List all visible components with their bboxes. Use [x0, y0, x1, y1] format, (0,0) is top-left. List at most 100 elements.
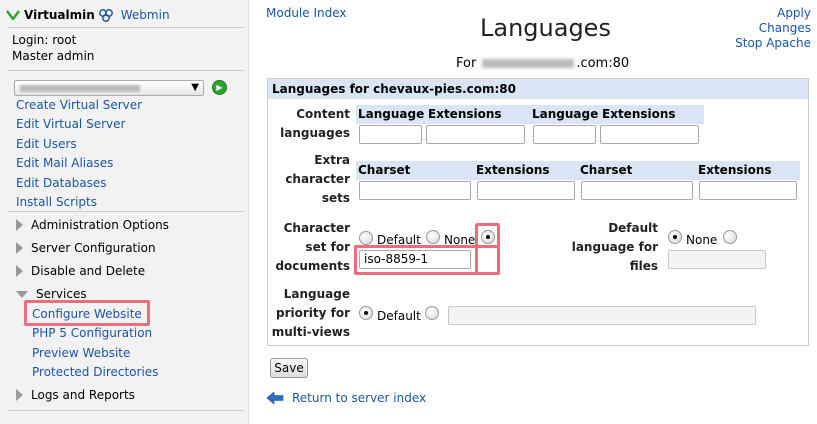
category-label: Disable and Delete [31, 264, 146, 278]
nav-preview-website[interactable]: Preview Website [32, 345, 130, 361]
webmin-logo-icon [98, 9, 113, 22]
apply-changes-link[interactable]: Apply Changes [735, 6, 811, 36]
stop-apache-link[interactable]: Stop Apache [735, 36, 811, 51]
virtualmin-logo-icon [6, 10, 20, 20]
priority-input[interactable] [448, 306, 756, 325]
category-logs-and-reports[interactable]: Logs and Reports [16, 387, 135, 403]
content-extensions-input-2[interactable] [600, 125, 699, 144]
go-button[interactable]: ▶ [212, 80, 227, 95]
category-label: Server Configuration [31, 241, 156, 255]
login-text: Login: root [12, 33, 77, 47]
col-extensions-3: Extensions [474, 161, 578, 180]
nav-edit-databases[interactable]: Edit Databases [16, 175, 107, 191]
domain-select[interactable]: ▼ [14, 80, 204, 96]
module-index-link[interactable]: Module Index [266, 6, 346, 20]
divider [8, 27, 244, 28]
label-line: set for [305, 240, 350, 254]
nav-php5-configuration[interactable]: PHP 5 Configuration [32, 325, 152, 341]
panel-title: Languages for chevaux-pies.com:80 [268, 79, 808, 99]
col-extensions-1: Extensions [426, 105, 530, 124]
role-text: Master admin [12, 49, 95, 63]
label-line: Extra [314, 153, 350, 167]
category-services[interactable]: Services [16, 286, 87, 302]
divider [8, 70, 244, 71]
content-languages-label: Content languages [268, 105, 350, 143]
charset-none-radio[interactable] [426, 230, 440, 244]
label-line: Default [608, 221, 658, 235]
charset-custom-radio[interactable] [481, 230, 495, 244]
label-line: multi-views [271, 325, 350, 339]
apply-changes-line-1: Apply [777, 6, 811, 20]
priority-custom-radio[interactable] [425, 306, 439, 320]
extra-extensions-input-2[interactable] [699, 181, 797, 200]
webmin-link[interactable]: Webmin [121, 8, 170, 22]
content-language-input-1[interactable] [359, 125, 422, 144]
label-line: files [629, 259, 658, 273]
for-prefix: For [456, 56, 477, 71]
category-administration-options[interactable]: Administration Options [16, 217, 169, 233]
login-info: Login: root Master admin [12, 32, 94, 64]
expand-arrow-icon [16, 265, 23, 277]
charset-default-label: Default [377, 233, 421, 247]
save-button[interactable]: Save [270, 358, 308, 378]
nav-edit-users[interactable]: Edit Users [16, 136, 77, 152]
category-label: Logs and Reports [31, 388, 135, 402]
virtualmin-link[interactable]: Virtualmin [24, 8, 95, 22]
extra-extensions-input-1[interactable] [477, 181, 575, 200]
server-subtitle: For .com:80 [456, 56, 629, 71]
label-line: Content [296, 107, 350, 121]
main-content: Module Index Apply Changes Stop Apache L… [250, 0, 817, 424]
sidebar: Virtualmin Webmin Login: root Master adm… [0, 0, 249, 424]
expand-arrow-icon [16, 219, 23, 231]
apply-changes-line-2: Changes [758, 21, 811, 35]
nav-create-virtual-server[interactable]: Create Virtual Server [16, 97, 142, 113]
languages-panel: Languages for chevaux-pies.com:80 Conten… [267, 78, 809, 346]
priority-default-radio[interactable] [359, 306, 373, 320]
divider [8, 410, 244, 411]
default-language-label: Default language for files [564, 219, 658, 276]
play-icon: ▶ [216, 83, 223, 92]
divider [8, 211, 244, 212]
default-language-none-label: None [686, 233, 718, 247]
content-language-input-2[interactable] [533, 125, 596, 144]
default-language-custom-radio[interactable] [723, 230, 737, 244]
charset-input[interactable]: iso-8859-1 [359, 250, 471, 269]
collapse-arrow-icon [16, 290, 28, 298]
col-language-1: Language [356, 105, 426, 124]
col-charset-2: Charset [578, 161, 696, 180]
charset-documents-label: Character set for documents [268, 219, 350, 276]
label-line: languages [280, 126, 350, 140]
category-disable-and-delete[interactable]: Disable and Delete [16, 263, 145, 279]
col-charset-1: Charset [356, 161, 474, 180]
nav-protected-directories[interactable]: Protected Directories [32, 364, 158, 380]
nav-install-scripts[interactable]: Install Scripts [16, 194, 97, 210]
col-extensions-4: Extensions [696, 161, 800, 180]
charset-default-radio[interactable] [359, 231, 373, 245]
priority-default-label: Default [377, 309, 421, 323]
redacted-domain [482, 59, 575, 68]
content-extensions-input-1[interactable] [426, 125, 525, 144]
for-suffix: .com:80 [576, 56, 630, 71]
nav-edit-mail-aliases[interactable]: Edit Mail Aliases [16, 155, 113, 171]
label-line: Character [283, 221, 350, 235]
back-arrow-icon[interactable] [266, 391, 284, 405]
default-language-none-radio[interactable] [668, 230, 682, 244]
extra-charset-input-1[interactable] [359, 181, 471, 200]
label-line: character [285, 172, 350, 186]
nav-edit-virtual-server[interactable]: Edit Virtual Server [16, 116, 125, 132]
category-label: Services [36, 287, 87, 301]
return-to-server-index-link[interactable]: Return to server index [292, 391, 426, 405]
domain-select-value [20, 85, 140, 92]
page-title: Languages [480, 14, 611, 42]
chevron-down-icon: ▼ [191, 82, 199, 93]
col-language-2: Language [530, 105, 600, 124]
expand-arrow-icon [16, 389, 23, 401]
brand-row: Virtualmin Webmin [6, 6, 170, 24]
category-server-configuration[interactable]: Server Configuration [16, 240, 156, 256]
extra-charset-input-2[interactable] [581, 181, 693, 200]
top-right-actions: Apply Changes Stop Apache [735, 6, 811, 51]
label-line: language for [571, 240, 658, 254]
nav-configure-website[interactable]: Configure Website [32, 306, 142, 322]
default-language-input[interactable] [668, 250, 766, 269]
col-extensions-2: Extensions [600, 105, 704, 124]
